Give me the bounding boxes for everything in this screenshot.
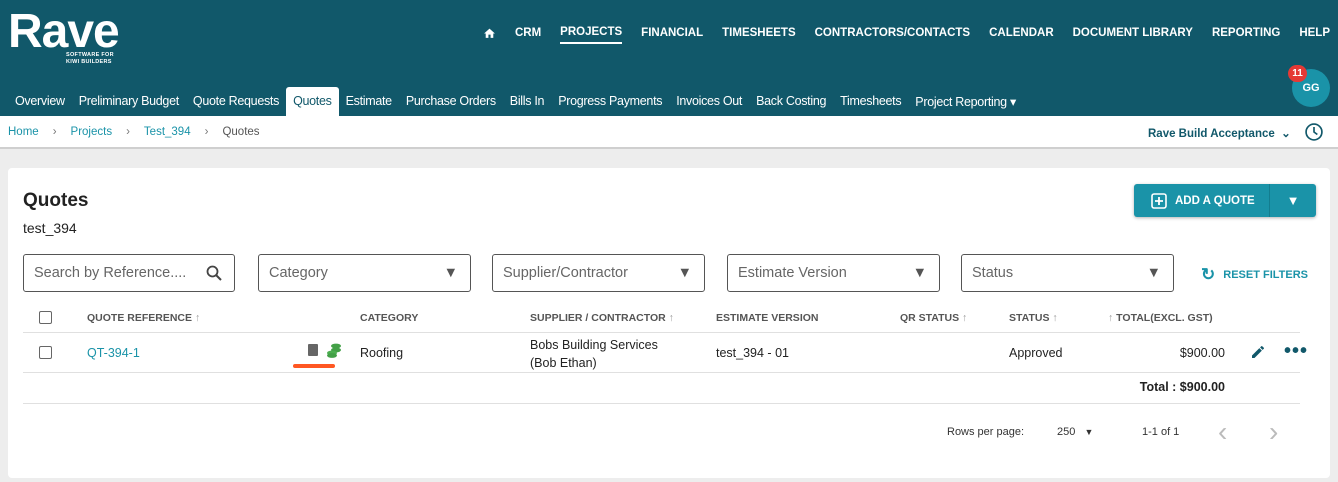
select-all-checkbox[interactable] (39, 311, 52, 324)
search-icon (206, 265, 222, 281)
add-quote-dropdown[interactable]: ▼ (1270, 193, 1316, 208)
nav-reporting[interactable]: REPORTING (1212, 27, 1280, 43)
col-qr-status[interactable]: QR STATUS ↑ (900, 312, 967, 324)
divider (23, 372, 1300, 373)
prev-page-button[interactable]: ‹ (1218, 416, 1227, 448)
refresh-icon: ↻ (1201, 265, 1216, 284)
col-total[interactable]: ↑ TOTAL(EXCL. GST) (1108, 312, 1213, 324)
quote-reference-link[interactable]: QT-394-1 (87, 346, 140, 360)
row-checkbox[interactable] (39, 346, 52, 359)
quotes-card: Quotes test_394 ADD A QUOTE ▼ Search by … (8, 168, 1330, 478)
project-name: test_394 (23, 220, 77, 236)
tab-bills-in[interactable]: Bills In (503, 87, 551, 116)
edit-icon[interactable] (1250, 344, 1266, 360)
supplier-cell: Bobs Building Services (Bob Ethan) (530, 338, 658, 370)
breadcrumb-bar: Home › Projects › Test_394 › Quotes Rave Bu… (0, 116, 1338, 149)
pagination-range: 1-1 of 1 (1142, 426, 1180, 438)
status-select[interactable]: Status ▼ (961, 254, 1174, 292)
add-quote-button[interactable]: ADD A QUOTE ▼ (1134, 184, 1316, 217)
nav-crm[interactable]: CRM (515, 27, 541, 43)
document-icon[interactable] (308, 344, 318, 356)
rows-per-page-label: Rows per page: (947, 426, 1025, 438)
category-select[interactable]: Category ▼ (258, 254, 471, 292)
tab-timesheets[interactable]: Timesheets (833, 87, 908, 116)
nav-calendar[interactable]: CALENDAR (989, 27, 1054, 43)
caret-down-icon: ▼ (677, 265, 692, 281)
crumb-home[interactable]: Home (8, 126, 39, 138)
tab-purchase-orders[interactable]: Purchase Orders (399, 87, 503, 116)
tab-overview[interactable]: Overview (8, 87, 72, 116)
app-header: Rave SOFTWARE FOR KIWI BUILDERS CRM PROJE… (0, 0, 1338, 116)
caret-down-icon: ▼ (1146, 265, 1161, 281)
chevron-down-icon: ⌄ (1277, 128, 1291, 140)
crumb-current: Quotes (222, 126, 260, 138)
tab-estimate[interactable]: Estimate (339, 87, 399, 116)
status-cell: Approved (1009, 346, 1063, 360)
divider (23, 332, 1300, 333)
col-status[interactable]: STATUS ↑ (1009, 312, 1058, 324)
tab-quotes[interactable]: Quotes (286, 87, 339, 116)
plus-box-icon (1151, 192, 1167, 209)
chevron-right-icon: › (52, 126, 57, 138)
chevron-right-icon: › (204, 126, 209, 138)
crumb-projects[interactable]: Projects (71, 126, 113, 138)
caret-down-icon: ▼ (443, 265, 458, 281)
col-category[interactable]: CATEGORY (360, 312, 418, 324)
breadcrumb: Home › Projects › Test_394 › Quotes (8, 126, 260, 138)
highlight-underline (293, 364, 335, 368)
col-estimate-version[interactable]: ESTIMATE VERSION (716, 312, 818, 324)
col-quote-reference[interactable]: QUOTE REFERENCE ↑ (87, 312, 200, 324)
top-nav: CRM PROJECTS FINANCIAL TIMESHEETS CONTRA… (483, 26, 1330, 44)
nav-projects[interactable]: PROJECTS (560, 26, 623, 44)
chevron-right-icon: › (126, 126, 130, 138)
tab-quote-requests[interactable]: Quote Requests (186, 87, 286, 116)
caret-down-icon: ▼ (912, 265, 927, 281)
nav-help[interactable]: HELP (1299, 27, 1330, 43)
nav-financial[interactable]: FINANCIAL (641, 27, 703, 43)
nav-document-library[interactable]: DOCUMENT LIBRARY (1073, 27, 1193, 43)
reset-filters-button[interactable]: ↻ RESET FILTERS (1201, 265, 1308, 285)
total-cell: $900.00 (1179, 346, 1225, 360)
category-cell: Roofing (360, 346, 404, 360)
crumb-project[interactable]: Test_394 (144, 126, 191, 138)
divider (23, 403, 1300, 404)
supplier-select[interactable]: Supplier/Contractor ▼ (492, 254, 705, 292)
tab-invoices-out[interactable]: Invoices Out (669, 87, 749, 116)
col-supplier[interactable]: SUPPLIER / CONTRACTOR ↑ (530, 312, 674, 324)
page-title: Quotes (23, 190, 89, 211)
nav-timesheets[interactable]: TIMESHEETS (722, 27, 795, 43)
tab-preliminary-budget[interactable]: Preliminary Budget (72, 87, 186, 116)
grand-total: Total : $900.00 (1139, 380, 1225, 394)
org-selector[interactable]: Rave Build Acceptance ⌄ (1148, 126, 1291, 140)
estimate-version-cell: test_394 - 01 (716, 346, 789, 360)
estimate-version-select[interactable]: Estimate Version ▼ (727, 254, 940, 292)
search-input[interactable]: Search by Reference.... (23, 254, 235, 292)
clock-icon[interactable] (1304, 122, 1324, 142)
notification-badge[interactable]: 11 (1288, 65, 1307, 82)
logo[interactable]: Rave (8, 4, 120, 59)
nav-contractors[interactable]: CONTRACTORS/CONTACTS (815, 27, 970, 43)
rows-per-page-select[interactable]: 250 ▼ (1057, 426, 1093, 438)
tab-project-reporting[interactable]: Project Reporting ▾ (908, 87, 1023, 116)
home-icon[interactable] (483, 27, 496, 40)
more-options-icon[interactable]: ••• (1284, 340, 1308, 363)
project-tabs: Overview Preliminary Budget Quote Reques… (8, 87, 1023, 116)
logo-tagline: SOFTWARE FOR KIWI BUILDERS (66, 52, 114, 65)
tab-progress-payments[interactable]: Progress Payments (551, 87, 669, 116)
tab-back-costing[interactable]: Back Costing (749, 87, 833, 116)
next-page-button[interactable]: › (1269, 416, 1278, 448)
coins-icon[interactable] (326, 343, 342, 358)
caret-down-icon: ▼ (1084, 427, 1094, 437)
